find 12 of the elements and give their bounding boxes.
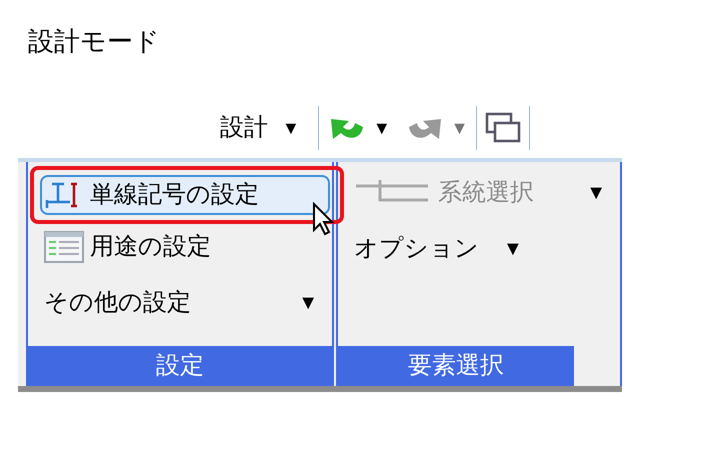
group-label: 設定 [28,346,332,386]
windows-icon[interactable] [485,112,522,144]
ribbon-button[interactable]: 単線記号の設定 [40,175,330,215]
group-label: 要素選択 [338,346,574,386]
mouse-cursor-icon [312,202,334,236]
ribbon-button[interactable]: 用途の設定 [40,227,330,267]
dropdown-button[interactable]: その他の設定 ▼ [40,283,330,323]
table-icon [44,231,84,263]
dropdown-button[interactable]: オプション ▼ [350,229,535,269]
page-title: 設計モード [28,25,160,58]
undo-button[interactable]: ▼ [326,113,391,143]
menu-dropdown[interactable]: 設計 ▼ [210,110,310,146]
